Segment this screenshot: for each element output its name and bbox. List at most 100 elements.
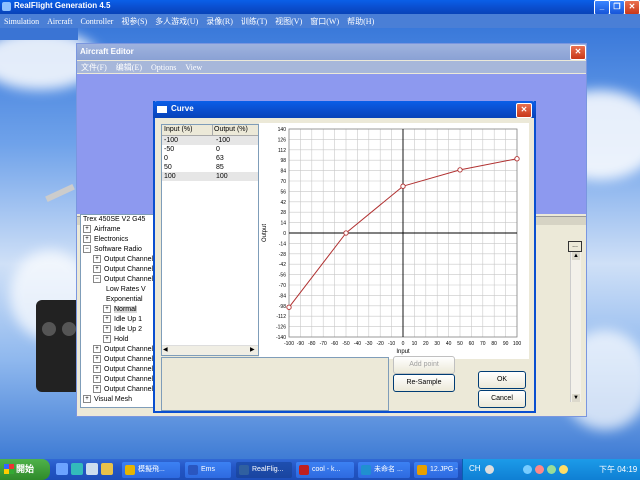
tree-item[interactable]: − Software Radio xyxy=(83,245,142,255)
table-row[interactable]: -50 0 xyxy=(162,145,258,154)
curve-point[interactable] xyxy=(514,156,520,162)
tree-root-label[interactable]: Trex 450SE V2 G45 xyxy=(83,215,145,225)
editor-menu-item[interactable]: View xyxy=(185,63,202,72)
add-point-button[interactable]: Add point xyxy=(393,356,455,374)
tree-item[interactable]: Low Rates V xyxy=(103,285,146,295)
tree-item[interactable]: + Normal xyxy=(103,305,137,315)
output-cell[interactable]: -100 xyxy=(216,136,230,145)
app-menu-item[interactable]: 帮助(H) xyxy=(347,17,374,26)
close-icon[interactable]: ✕ xyxy=(624,0,640,15)
taskbar-button[interactable]: Ems xyxy=(185,462,231,478)
tray-security-icon[interactable] xyxy=(535,465,544,474)
quicklaunch-desktop-icon[interactable] xyxy=(86,463,98,475)
tray-network-icon[interactable] xyxy=(523,465,532,474)
expand-icon[interactable]: + xyxy=(83,225,91,234)
app-menu-item[interactable]: Aircraft xyxy=(47,17,72,26)
editor-scrollbar[interactable]: ▲ ▼ xyxy=(570,252,581,402)
expand-icon[interactable]: + xyxy=(93,375,101,384)
tree-item[interactable]: + Idle Up 1 xyxy=(103,315,142,325)
tree-item[interactable]: + Output Channel xyxy=(93,265,153,275)
app-menu-item[interactable]: 录像(R) xyxy=(206,17,233,26)
tree-item[interactable]: − Output Channel xyxy=(93,275,153,285)
output-cell[interactable]: 85 xyxy=(216,163,224,172)
expand-icon[interactable]: + xyxy=(93,365,101,374)
tree-item[interactable]: + Hold xyxy=(103,335,128,345)
minimize-icon[interactable]: _ xyxy=(594,0,610,15)
expand-icon[interactable]: + xyxy=(93,255,101,264)
app-menu-item[interactable]: 训练(T) xyxy=(241,17,267,26)
app-menu-item[interactable]: 视图(V) xyxy=(275,17,302,26)
curve-point[interactable] xyxy=(343,230,349,236)
tree-item[interactable]: + Output Channel xyxy=(93,375,153,385)
tree-item[interactable]: + Idle Up 2 xyxy=(103,325,142,335)
curve-chart[interactable]: -100 -90 -80 -70 -60 -50 -40 -30 -20 -10 0 10 20 30 40… xyxy=(259,123,529,359)
expand-icon[interactable]: + xyxy=(93,355,101,364)
app-menu-item[interactable]: 多人游戏(U) xyxy=(155,17,198,26)
tree-item[interactable]: + Visual Mesh xyxy=(83,395,132,405)
tree-item[interactable]: + Output Channel xyxy=(93,255,153,265)
app-menu-item[interactable]: 视参(S) xyxy=(121,17,147,26)
input-cell[interactable]: 50 xyxy=(164,163,172,172)
expand-icon[interactable]: + xyxy=(93,345,101,354)
expand-icon[interactable]: + xyxy=(103,315,111,324)
taskbar-button[interactable]: 未命名 ... xyxy=(358,462,410,478)
input-cell[interactable]: -100 xyxy=(164,136,178,145)
input-cell[interactable]: 100 xyxy=(164,172,176,181)
table-hscrollbar[interactable]: ◀ ▶ xyxy=(162,345,258,355)
expand-icon[interactable]: + xyxy=(103,305,111,314)
aircraft-tree[interactable]: Trex 450SE V2 G45 + Airframe + Electronics −… xyxy=(80,214,158,408)
tree-item[interactable]: + Output Channel xyxy=(93,355,153,365)
collapse-icon[interactable]: − xyxy=(93,275,101,284)
table-row[interactable]: 0 63 xyxy=(162,154,258,163)
tray-app-icon[interactable] xyxy=(559,465,568,474)
taskbar-button[interactable]: 模擬飛... xyxy=(122,462,180,478)
output-cell[interactable]: 63 xyxy=(216,154,224,163)
output-cell[interactable]: 0 xyxy=(216,145,220,154)
scroll-down-icon[interactable]: ▼ xyxy=(572,394,580,402)
expand-icon[interactable]: + xyxy=(93,265,101,274)
aircraft-editor-title-bar[interactable]: Aircraft Editor ✕ xyxy=(77,44,586,60)
curve-point[interactable] xyxy=(457,167,463,173)
table-row[interactable]: -100 -100 xyxy=(162,136,258,145)
start-button[interactable]: 開始 xyxy=(0,459,50,480)
table-row[interactable]: 100 100 xyxy=(162,172,258,181)
curve-points-table[interactable]: Input (%) Output (%) -100 -100 -50 0 0 63 50 85… xyxy=(161,124,259,356)
app-menu-item[interactable]: Controller xyxy=(80,17,113,26)
expand-icon[interactable]: + xyxy=(83,235,91,244)
scroll-right-icon[interactable]: ▶ xyxy=(250,346,255,353)
ok-button[interactable]: OK xyxy=(478,371,526,389)
tree-item[interactable]: + Airframe xyxy=(83,225,120,235)
editor-menu-item[interactable]: 编辑(E) xyxy=(116,63,142,72)
curve-close-icon[interactable]: ✕ xyxy=(516,103,532,118)
table-row[interactable]: 50 85 xyxy=(162,163,258,172)
curve-title-bar[interactable]: Curve ✕ xyxy=(153,101,536,118)
expand-icon[interactable]: + xyxy=(93,385,101,394)
quicklaunch-msn-icon[interactable] xyxy=(71,463,83,475)
quicklaunch-ie-icon[interactable] xyxy=(56,463,68,475)
editor-menu-item[interactable]: 文件(F) xyxy=(81,63,107,72)
app-menu-item[interactable]: 窗口(W) xyxy=(310,17,339,26)
expand-icon[interactable]: + xyxy=(103,335,111,344)
tree-item[interactable]: + Output Channel xyxy=(93,365,153,375)
tree-item[interactable]: + Electronics xyxy=(83,235,128,245)
tree-item[interactable]: Exponential xyxy=(103,295,143,305)
editor-close-icon[interactable]: ✕ xyxy=(570,45,586,60)
tree-item[interactable]: + Output Channel xyxy=(93,345,153,355)
expand-icon[interactable]: + xyxy=(103,325,111,334)
quicklaunch-folder-icon[interactable] xyxy=(101,463,113,475)
curve-point[interactable] xyxy=(400,183,406,189)
tray-volume-icon[interactable] xyxy=(547,465,556,474)
app-menu-item[interactable]: Simulation xyxy=(4,17,39,26)
language-indicator[interactable]: CH xyxy=(469,464,481,473)
taskbar-button[interactable]: cool - k... xyxy=(296,462,354,478)
taskbar-button[interactable]: RealFlig... xyxy=(236,462,292,478)
taskbar-button[interactable]: 12.JPG - ... xyxy=(414,462,458,478)
expand-icon[interactable]: + xyxy=(83,395,91,404)
maximize-icon[interactable]: ❐ xyxy=(609,0,625,15)
scroll-left-icon[interactable]: ◀ xyxy=(163,346,168,353)
output-cell[interactable]: 100 xyxy=(216,172,228,181)
editor-menu-item[interactable]: Options xyxy=(151,63,176,72)
help-icon[interactable] xyxy=(485,465,494,474)
cancel-button[interactable]: Cancel xyxy=(478,390,526,408)
input-cell[interactable]: 0 xyxy=(164,154,168,163)
